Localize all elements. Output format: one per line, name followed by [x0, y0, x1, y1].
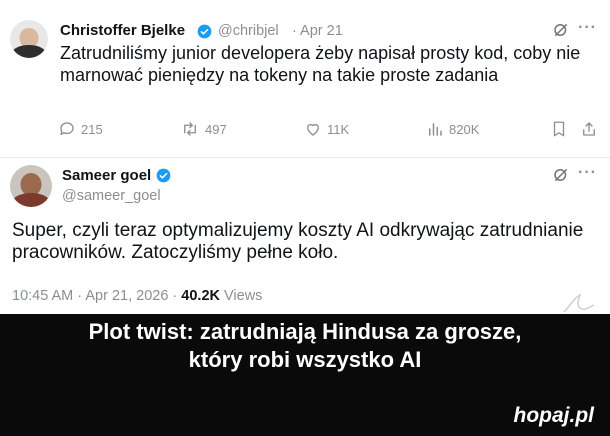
author-name[interactable]: Christoffer Bjelke	[60, 22, 185, 39]
share-icon[interactable]	[580, 119, 598, 139]
caption-line: Plot twist: zatrudniają Hindusa za grosz…	[88, 319, 522, 344]
author-name[interactable]: Sameer goel	[62, 167, 151, 184]
retweet-button[interactable]: 497	[180, 118, 227, 140]
bookmark-icon[interactable]	[550, 119, 568, 139]
grok-icon[interactable]	[552, 21, 570, 39]
like-icon	[307, 123, 319, 136]
reply-count: 215	[81, 121, 103, 137]
retweet-count: 497	[205, 121, 227, 137]
watermark-logo: hopaj.pl	[513, 404, 595, 427]
tweet-date[interactable]: · Apr 21	[292, 23, 343, 39]
more-icon[interactable]: ···	[578, 19, 597, 37]
tweet-text: Super, czyli teraz optymalizujemy koszty…	[12, 220, 584, 263]
grok-icon[interactable]	[552, 166, 570, 184]
tweet-timestamp[interactable]: 10:45 AM · Apr 21, 2026 ·	[12, 288, 177, 304]
reply-icon	[60, 122, 74, 135]
verified-icon	[197, 24, 212, 39]
views-count: 820K	[449, 121, 480, 137]
reply-button[interactable]: 215	[58, 118, 103, 140]
tweet-original: Christoffer Bjelke @chribjel · Apr 21 ··…	[0, 0, 610, 157]
author-handle[interactable]: @chribjel	[218, 23, 279, 39]
scribble-mark	[563, 293, 595, 313]
tweet-meta: 10:45 AM · Apr 21, 2026 · 40.2K Views	[12, 288, 262, 304]
verified-icon	[156, 168, 171, 183]
more-icon[interactable]: ···	[578, 164, 597, 182]
retweet-icon	[184, 122, 196, 136]
views-label: Views	[224, 288, 263, 304]
views-button[interactable]: 820K	[426, 118, 479, 140]
views-icon	[429, 123, 442, 136]
tweet-actions: 215 497 11K 820K	[58, 118, 598, 140]
like-count: 11K	[327, 121, 350, 137]
meme-caption: Plot twist: zatrudniają Hindusa za grosz…	[0, 318, 610, 374]
like-button[interactable]: 11K	[304, 118, 349, 140]
author-handle[interactable]: @sameer_goel	[62, 188, 161, 204]
avatar[interactable]	[10, 20, 48, 58]
caption-line: który robi wszystko AI	[188, 347, 422, 372]
avatar[interactable]	[10, 165, 52, 207]
tweet-screenshot: Christoffer Bjelke @chribjel · Apr 21 ··…	[0, 0, 610, 314]
views-count: 40.2K	[181, 288, 220, 304]
tweet-text: Zatrudniliśmy junior developera żeby nap…	[60, 43, 581, 85]
divider	[0, 157, 610, 158]
